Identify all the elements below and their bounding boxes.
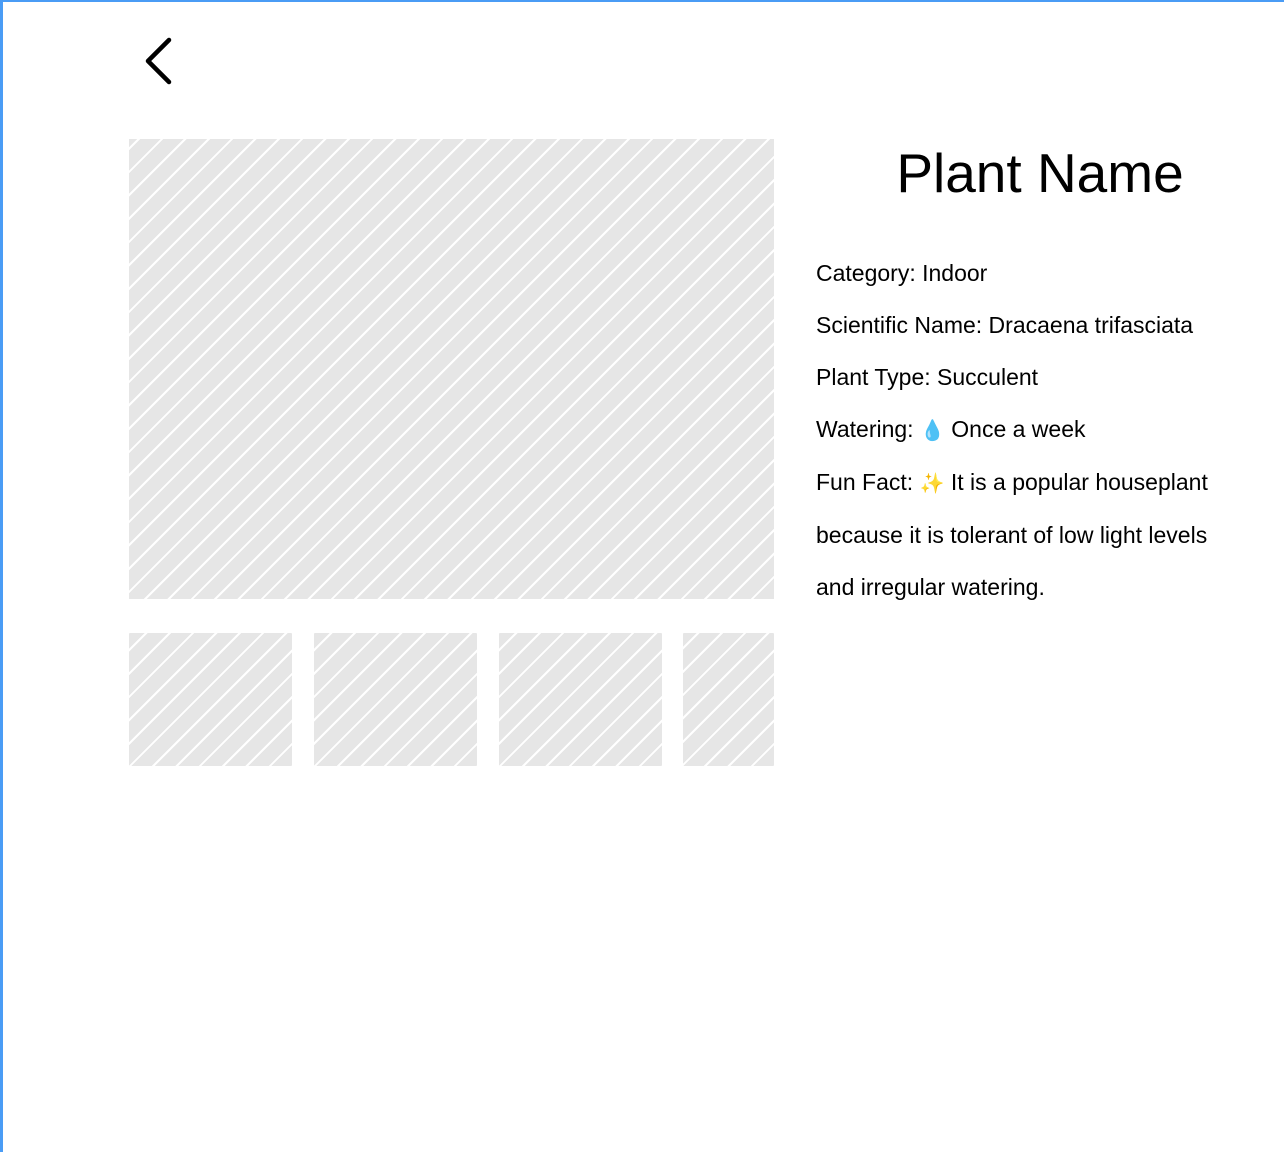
plant-title: Plant Name [896,142,1184,204]
thumbnail-1[interactable] [129,633,292,766]
thumbnail-4[interactable] [683,633,774,766]
sparkles-icon: ✨ [919,471,945,495]
scientific-name-text: Scientific Name: Dracaena trifasciata [816,312,1194,338]
plant-detail-screen: Plant Name Category: Indoor Scientific N… [0,0,1284,1152]
fun-fact-label: Fun Fact: [816,469,914,495]
main-image-placeholder [129,139,774,599]
fun-fact-line-3: and irregular watering. [816,574,1045,600]
watering-row: Watering: 💧 Once a week [816,403,1266,456]
thumbnail-2[interactable] [314,633,477,766]
thumbnail-3[interactable] [499,633,662,766]
category-text: Category: Indoor [816,260,988,286]
plant-type-text: Plant Type: Succulent [816,364,1039,390]
fun-fact-line-1: It is a popular houseplant [950,469,1208,495]
fun-fact-line-2: because it is tolerant of low light leve… [816,522,1208,548]
back-button[interactable] [140,35,180,87]
plant-info: Category: Indoor Scientific Name: Dracae… [816,247,1266,613]
water-drop-icon: 💧 [919,418,945,442]
watering-label: Watering: [816,416,914,442]
fun-fact-row: Fun Fact: ✨ It is a popular houseplant [816,456,1266,509]
chevron-left-icon [145,37,172,85]
watering-value: Once a week [951,416,1086,442]
